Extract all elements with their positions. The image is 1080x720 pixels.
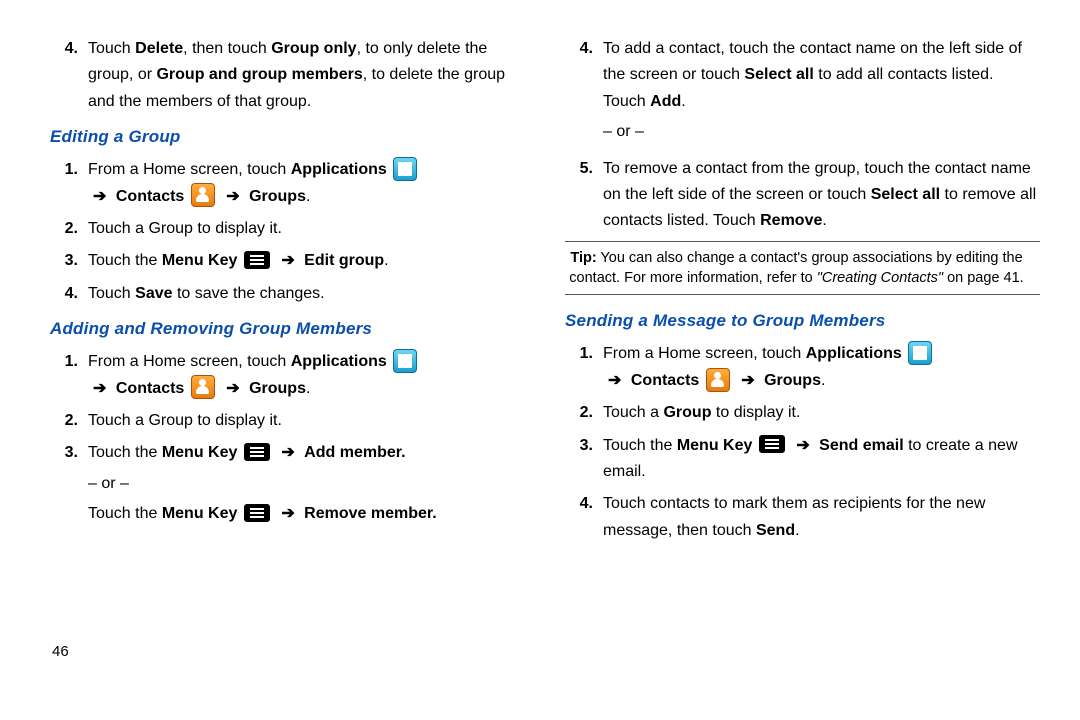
menu-key-icon [244, 443, 270, 461]
page-number: 46 [52, 643, 69, 660]
list-number: 1. [50, 157, 78, 210]
arrow-icon: ➔ [226, 188, 239, 205]
list-body: Touch the Menu Key ➔ Add member. – or – … [88, 440, 525, 527]
list-number: 3. [50, 248, 78, 274]
arrow-icon: ➔ [281, 444, 294, 461]
list-body: To remove a contact from the group, touc… [603, 156, 1040, 235]
applications-icon [908, 341, 932, 365]
contacts-icon [191, 183, 215, 207]
arrow-icon: ➔ [796, 437, 809, 454]
menu-key-icon [244, 251, 270, 269]
contacts-icon [191, 375, 215, 399]
tip-label: Tip: [570, 250, 596, 266]
list-number: 4. [565, 491, 593, 544]
list-item: 2. Touch a Group to display it. [50, 408, 525, 434]
list-number: 2. [565, 400, 593, 426]
list-item: 2. Touch a Group to display it. [50, 216, 525, 242]
list-number: 2. [50, 408, 78, 434]
list-item: 4. Touch Save to save the changes. [50, 281, 525, 307]
manual-page: 4. Touch Delete, then touch Group only, … [0, 0, 1080, 680]
list-number: 4. [50, 281, 78, 307]
list-body: Touch the Menu Key ➔ Send email to creat… [603, 433, 1040, 486]
heading-add-remove-members: Adding and Removing Group Members [50, 315, 525, 343]
list-item: 4. Touch contacts to mark them as recipi… [565, 491, 1040, 544]
list-number: 2. [50, 216, 78, 242]
list-item: 3. Touch the Menu Key ➔ Edit group. [50, 248, 525, 274]
list-item: 4. To add a contact, touch the contact n… [565, 36, 1040, 150]
list-body: Touch a Group to display it. [603, 400, 1040, 426]
or-divider: – or – [603, 119, 1040, 145]
arrow-icon: ➔ [608, 372, 621, 389]
contacts-icon [706, 368, 730, 392]
list-number: 4. [565, 36, 593, 150]
list-item: 1. From a Home screen, touch Application… [50, 349, 525, 402]
list-body: Touch Delete, then touch Group only, to … [88, 36, 525, 115]
arrow-icon: ➔ [741, 372, 754, 389]
arrow-icon: ➔ [281, 505, 294, 522]
list-item: 3. Touch the Menu Key ➔ Send email to cr… [565, 433, 1040, 486]
arrow-icon: ➔ [281, 252, 294, 269]
list-body: Touch a Group to display it. [88, 408, 525, 434]
right-column: 4. To add a contact, touch the contact n… [565, 30, 1040, 670]
list-item: 3. Touch the Menu Key ➔ Add member. – or… [50, 440, 525, 527]
list-body: Touch Save to save the changes. [88, 281, 525, 307]
list-item: 1. From a Home screen, touch Application… [50, 157, 525, 210]
list-number: 1. [50, 349, 78, 402]
applications-icon [393, 157, 417, 181]
arrow-icon: ➔ [226, 380, 239, 397]
tip-box: Tip: You can also change a contact's gro… [565, 241, 1040, 296]
arrow-icon: ➔ [93, 188, 106, 205]
list-item: 4. Touch Delete, then touch Group only, … [50, 36, 525, 115]
list-number: 3. [50, 440, 78, 527]
menu-key-icon [759, 435, 785, 453]
list-number: 1. [565, 341, 593, 394]
heading-editing-group: Editing a Group [50, 123, 525, 151]
list-body: Touch contacts to mark them as recipient… [603, 491, 1040, 544]
list-body: From a Home screen, touch Applications ➔… [603, 341, 1040, 394]
list-number: 3. [565, 433, 593, 486]
menu-key-icon [244, 504, 270, 522]
list-body: Touch a Group to display it. [88, 216, 525, 242]
list-body: From a Home screen, touch Applications ➔… [88, 349, 525, 402]
list-body: Touch the Menu Key ➔ Edit group. [88, 248, 525, 274]
list-item: 1. From a Home screen, touch Application… [565, 341, 1040, 394]
or-divider: – or – [88, 471, 525, 497]
left-column: 4. Touch Delete, then touch Group only, … [50, 30, 525, 670]
list-number: 4. [50, 36, 78, 115]
list-body: From a Home screen, touch Applications ➔… [88, 157, 525, 210]
heading-send-message: Sending a Message to Group Members [565, 307, 1040, 335]
applications-icon [393, 349, 417, 373]
list-item: 2. Touch a Group to display it. [565, 400, 1040, 426]
list-number: 5. [565, 156, 593, 235]
list-body: To add a contact, touch the contact name… [603, 36, 1040, 150]
arrow-icon: ➔ [93, 380, 106, 397]
list-item: 5. To remove a contact from the group, t… [565, 156, 1040, 235]
